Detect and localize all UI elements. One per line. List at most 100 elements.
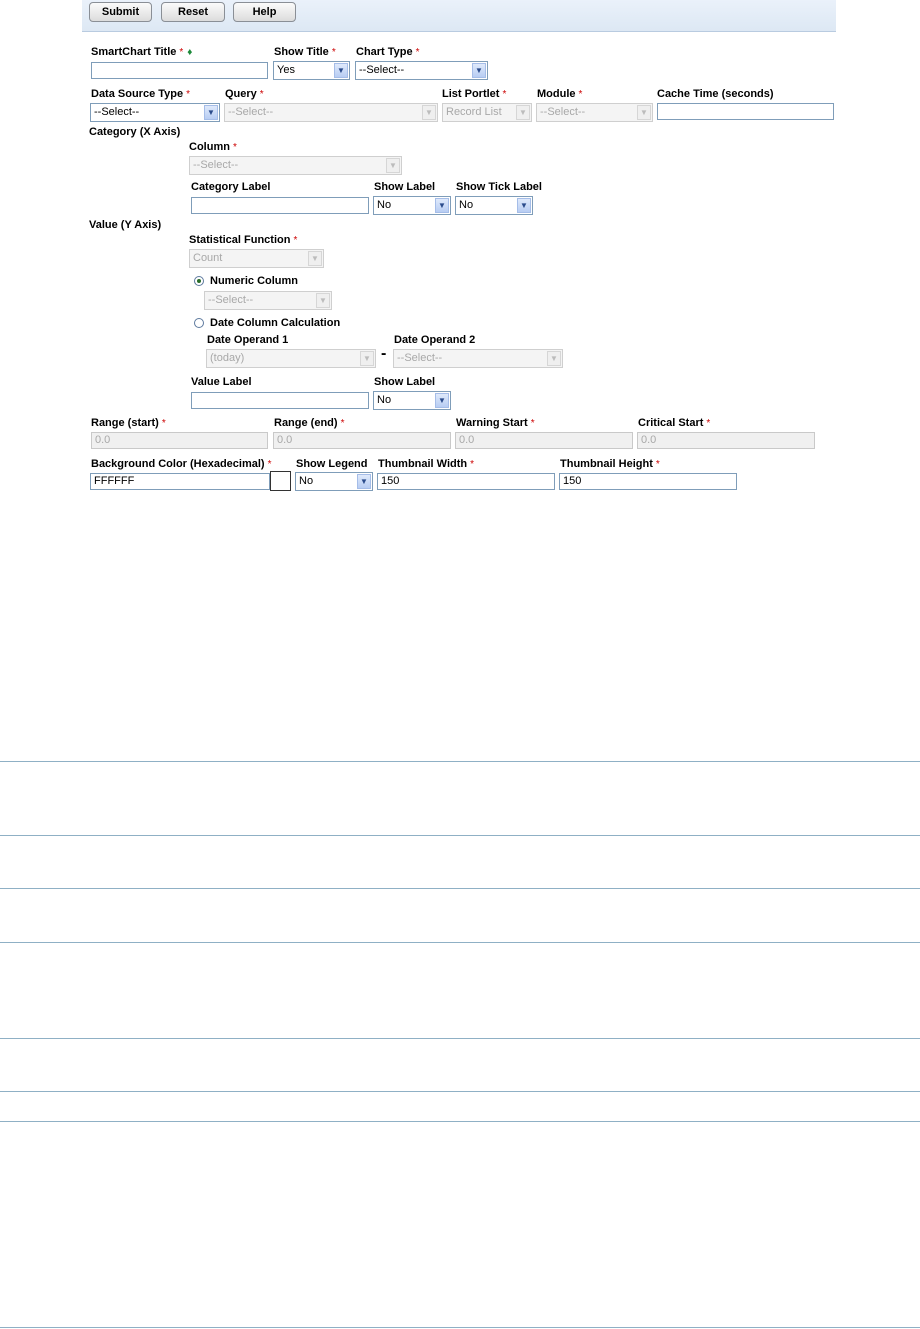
divider: [0, 1121, 920, 1122]
category-show-label-select[interactable]: No ▼: [373, 196, 451, 215]
date-operand-1-select[interactable]: (today) ▼: [206, 349, 376, 368]
category-show-label-value: No: [377, 199, 392, 211]
show-tick-label-select[interactable]: No ▼: [455, 196, 533, 215]
minus-operator: -: [381, 345, 387, 362]
range-end-label: Range (end) *: [274, 417, 345, 429]
required-marker: *: [655, 459, 660, 470]
help-button[interactable]: Help: [233, 2, 296, 22]
required-marker: *: [161, 418, 166, 429]
submit-button[interactable]: Submit: [89, 2, 152, 22]
smartchart-title-label: SmartChart Title * ♦: [91, 46, 193, 58]
thumbnail-height-label: Thumbnail Height *: [560, 458, 660, 470]
warning-start-label: Warning Start *: [456, 417, 535, 429]
range-end-input[interactable]: 0.0: [273, 432, 451, 449]
list-portlet-value: Record List: [446, 106, 502, 118]
column-select[interactable]: --Select-- ▼: [189, 156, 402, 175]
date-column-calculation-label: Date Column Calculation: [210, 317, 341, 329]
chevron-down-icon: ▼: [204, 105, 218, 120]
background-color-input[interactable]: FFFFFF: [90, 473, 270, 490]
chart-type-label: Chart Type *: [356, 46, 420, 58]
value-label-input[interactable]: [191, 392, 369, 409]
show-legend-value: No: [299, 475, 314, 487]
numeric-column-label: Numeric Column: [210, 275, 299, 287]
date-column-calculation-radio[interactable]: [194, 318, 204, 328]
category-label-input[interactable]: [191, 197, 369, 214]
column-value: --Select--: [193, 159, 239, 171]
chevron-down-icon: ▼: [516, 105, 530, 120]
diamond-icon: ♦: [187, 47, 193, 58]
statistical-function-value: Count: [193, 252, 223, 264]
numeric-column-select[interactable]: --Select-- ▼: [204, 291, 332, 310]
required-marker: *: [415, 47, 420, 58]
show-title-select[interactable]: Yes ▼: [273, 61, 350, 80]
numeric-column-value: --Select--: [208, 294, 254, 306]
chart-type-select[interactable]: --Select-- ▼: [355, 61, 488, 80]
required-marker: *: [186, 89, 191, 100]
critical-start-label: Critical Start *: [638, 417, 711, 429]
data-source-type-label: Data Source Type *: [91, 88, 191, 100]
chevron-down-icon: ▼: [316, 293, 330, 308]
list-portlet-label: List Portlet *: [442, 88, 507, 100]
thumbnail-height-input[interactable]: 150: [559, 473, 737, 490]
chart-type-value: --Select--: [359, 64, 405, 76]
divider: [0, 942, 920, 943]
value-show-label-select[interactable]: No ▼: [373, 391, 451, 410]
value-show-label-label: Show Label: [374, 376, 436, 388]
color-swatch[interactable]: [270, 471, 291, 491]
chevron-down-icon: ▼: [637, 105, 651, 120]
required-marker: *: [706, 418, 711, 429]
module-value: --Select--: [540, 106, 586, 118]
date-operand-2-select[interactable]: --Select-- ▼: [393, 349, 563, 368]
date-operand-2-label: Date Operand 2: [394, 334, 476, 346]
date-operand-1-label: Date Operand 1: [207, 334, 289, 346]
module-label: Module *: [537, 88, 583, 100]
value-show-label-value: No: [377, 394, 392, 406]
show-title-value: Yes: [277, 64, 295, 76]
required-marker: *: [530, 418, 535, 429]
smartchart-title-input[interactable]: [91, 62, 268, 79]
show-legend-select[interactable]: No ▼: [295, 472, 373, 491]
chevron-down-icon: ▼: [435, 198, 449, 213]
chevron-down-icon: ▼: [334, 63, 348, 78]
required-marker: *: [293, 235, 298, 246]
required-marker: *: [340, 418, 345, 429]
divider: [0, 1038, 920, 1039]
category-show-label-label: Show Label: [374, 181, 436, 193]
required-marker: *: [502, 89, 507, 100]
chevron-down-icon: ▼: [308, 251, 322, 266]
background-color-label: Background Color (Hexadecimal) *: [91, 458, 272, 470]
data-source-type-select[interactable]: --Select-- ▼: [90, 103, 220, 122]
warning-start-input[interactable]: 0.0: [455, 432, 633, 449]
column-label: Column *: [189, 141, 237, 153]
required-marker: *: [331, 47, 336, 58]
show-title-label: Show Title *: [274, 46, 336, 58]
chevron-down-icon: ▼: [386, 158, 400, 173]
cache-time-input[interactable]: [657, 103, 834, 120]
chevron-down-icon: ▼: [357, 474, 371, 489]
divider: [0, 1091, 920, 1092]
statistical-function-select[interactable]: Count ▼: [189, 249, 324, 268]
critical-start-input[interactable]: 0.0: [637, 432, 815, 449]
value-section-title: Value (Y Axis): [89, 219, 162, 231]
thumbnail-width-label: Thumbnail Width *: [378, 458, 475, 470]
numeric-column-radio[interactable]: [194, 276, 204, 286]
divider: [0, 888, 920, 889]
date-operand-1-value: (today): [210, 352, 245, 364]
range-start-label: Range (start) *: [91, 417, 166, 429]
chevron-down-icon: ▼: [422, 105, 436, 120]
chevron-down-icon: ▼: [360, 351, 374, 366]
range-start-input[interactable]: 0.0: [91, 432, 268, 449]
value-label-label: Value Label: [191, 376, 252, 388]
chevron-down-icon: ▼: [517, 198, 531, 213]
required-marker: *: [179, 47, 184, 58]
query-select[interactable]: --Select-- ▼: [224, 103, 438, 122]
date-operand-2-value: --Select--: [397, 352, 443, 364]
module-select[interactable]: --Select-- ▼: [536, 103, 653, 122]
query-label: Query *: [225, 88, 264, 100]
thumbnail-width-input[interactable]: 150: [377, 473, 555, 490]
reset-button[interactable]: Reset: [161, 2, 225, 22]
statistical-function-label: Statistical Function *: [189, 234, 298, 246]
chevron-down-icon: ▼: [547, 351, 561, 366]
list-portlet-select[interactable]: Record List ▼: [442, 103, 532, 122]
divider: [0, 761, 920, 762]
